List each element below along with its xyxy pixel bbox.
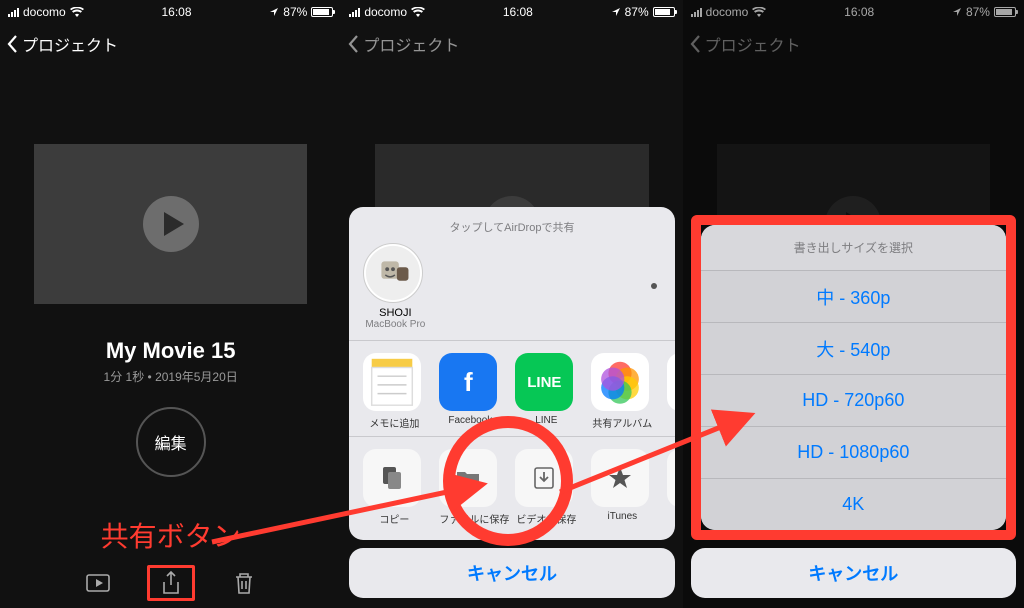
app-label: LINE	[515, 415, 577, 426]
avatar-icon	[363, 243, 423, 303]
share-button[interactable]	[147, 565, 195, 601]
action-label: ファイルに保存	[439, 511, 501, 526]
play-rect-icon[interactable]	[85, 570, 111, 596]
bottom-toolbar	[0, 558, 341, 608]
airdrop-target[interactable]: SHOJI MacBook Pro	[363, 243, 427, 330]
app-label: メモに追加	[363, 415, 425, 430]
action-label: iC	[667, 511, 674, 522]
cancel-label: キャンセル	[467, 560, 557, 586]
action-copy[interactable]: コピー	[363, 449, 425, 526]
action-itunes[interactable]: iTunes	[591, 449, 653, 526]
export-option-4k[interactable]: 4K	[701, 478, 1006, 530]
movie-title: My Movie 15	[0, 338, 341, 364]
movie-meta: 1分 1秒 • 2019年5月20日	[0, 368, 341, 385]
cancel-button[interactable]: キャンセル	[691, 548, 1016, 598]
app-line[interactable]: LINE LINE	[515, 353, 577, 430]
app-more[interactable]: I	[667, 353, 674, 430]
export-option-540p[interactable]: 大 - 540p	[701, 322, 1006, 374]
wifi-icon	[70, 7, 84, 17]
battery-percent: 87%	[283, 5, 307, 19]
app-share-row: メモに追加 f Facebook LINE LINE 共有アルバム I	[349, 341, 674, 436]
cancel-button[interactable]: キャンセル	[349, 548, 674, 598]
copy-icon	[363, 449, 421, 507]
trash-icon[interactable]	[231, 570, 257, 596]
folder-icon	[439, 449, 497, 507]
action-save-video[interactable]: ビデオを保存	[515, 449, 577, 526]
back-label: プロジェクト	[363, 32, 459, 56]
star-icon	[591, 449, 649, 507]
battery-percent: 87%	[625, 5, 649, 19]
action-label: iTunes	[591, 511, 653, 522]
location-icon	[611, 7, 621, 17]
wifi-icon	[411, 7, 425, 17]
share-sheet: タップしてAirDropで共有 SHOJI MacBook Pro メモに追加	[349, 207, 674, 598]
airdrop-device: MacBook Pro	[363, 319, 427, 330]
status-bar: docomo 16:08 87%	[0, 0, 341, 24]
cancel-label: キャンセル	[808, 560, 898, 586]
action-label: コピー	[363, 511, 425, 526]
phone-screen-export-size: docomo 16:08 87% プロジェクト 書き出しサイズを選択 中 - 3…	[683, 0, 1024, 608]
annotation-share-label: 共有ボタン	[0, 515, 341, 555]
action-save-files[interactable]: ファイルに保存	[439, 449, 501, 526]
carrier-label: docomo	[23, 5, 66, 19]
action-icloud[interactable]: iC	[667, 449, 674, 526]
sheet-header: 書き出しサイズを選択	[701, 225, 1006, 270]
video-thumbnail[interactable]	[34, 144, 307, 304]
battery-icon	[653, 7, 675, 17]
clock: 16:08	[161, 5, 191, 19]
cloud-icon	[667, 449, 674, 507]
airdrop-name: SHOJI	[363, 307, 427, 319]
app-label: 共有アルバム	[591, 415, 653, 430]
back-button[interactable]: プロジェクト	[347, 32, 459, 56]
signal-icon	[349, 7, 360, 17]
export-option-720p60[interactable]: HD - 720p60	[701, 374, 1006, 426]
carrier-label: docomo	[364, 5, 407, 19]
back-label: プロジェクト	[22, 32, 118, 56]
signal-icon	[8, 7, 19, 17]
annotation-red-box: 書き出しサイズを選択 中 - 360p 大 - 540p HD - 720p60…	[691, 215, 1016, 540]
edit-button[interactable]: 編集	[136, 407, 206, 477]
airdrop-header: タップしてAirDropで共有	[349, 215, 674, 243]
app-label: I	[667, 415, 674, 426]
location-icon	[269, 7, 279, 17]
nav-bar: プロジェクト	[0, 24, 341, 64]
back-button[interactable]: プロジェクト	[6, 32, 118, 56]
phone-screen-share-sheet: docomo 16:08 87% プロジェクト タップしてAirDropで共有	[341, 0, 682, 608]
app-notes[interactable]: メモに追加	[363, 353, 425, 430]
export-option-1080p60[interactable]: HD - 1080p60	[701, 426, 1006, 478]
chevron-left-icon	[347, 34, 361, 54]
chevron-left-icon	[6, 34, 20, 54]
app-label: Facebook	[439, 415, 501, 426]
page-dot	[651, 283, 657, 289]
battery-icon	[311, 7, 333, 17]
nav-bar: プロジェクト	[341, 24, 682, 64]
export-option-360p[interactable]: 中 - 360p	[701, 270, 1006, 322]
phone-screen-project: docomo 16:08 87% プロジェクト My Movie 15 1分 1…	[0, 0, 341, 608]
action-label: ビデオを保存	[515, 511, 577, 526]
edit-label: 編集	[155, 430, 187, 454]
app-facebook[interactable]: f Facebook	[439, 353, 501, 430]
app-shared-album[interactable]: 共有アルバム	[591, 353, 653, 430]
download-icon	[515, 449, 573, 507]
clock: 16:08	[503, 5, 533, 19]
export-size-sheet: 書き出しサイズを選択 中 - 360p 大 - 540p HD - 720p60…	[691, 215, 1016, 598]
action-row: コピー ファイルに保存 ビデオを保存 iTunes iC	[349, 437, 674, 540]
play-icon	[143, 196, 199, 252]
status-bar: docomo 16:08 87%	[341, 0, 682, 24]
